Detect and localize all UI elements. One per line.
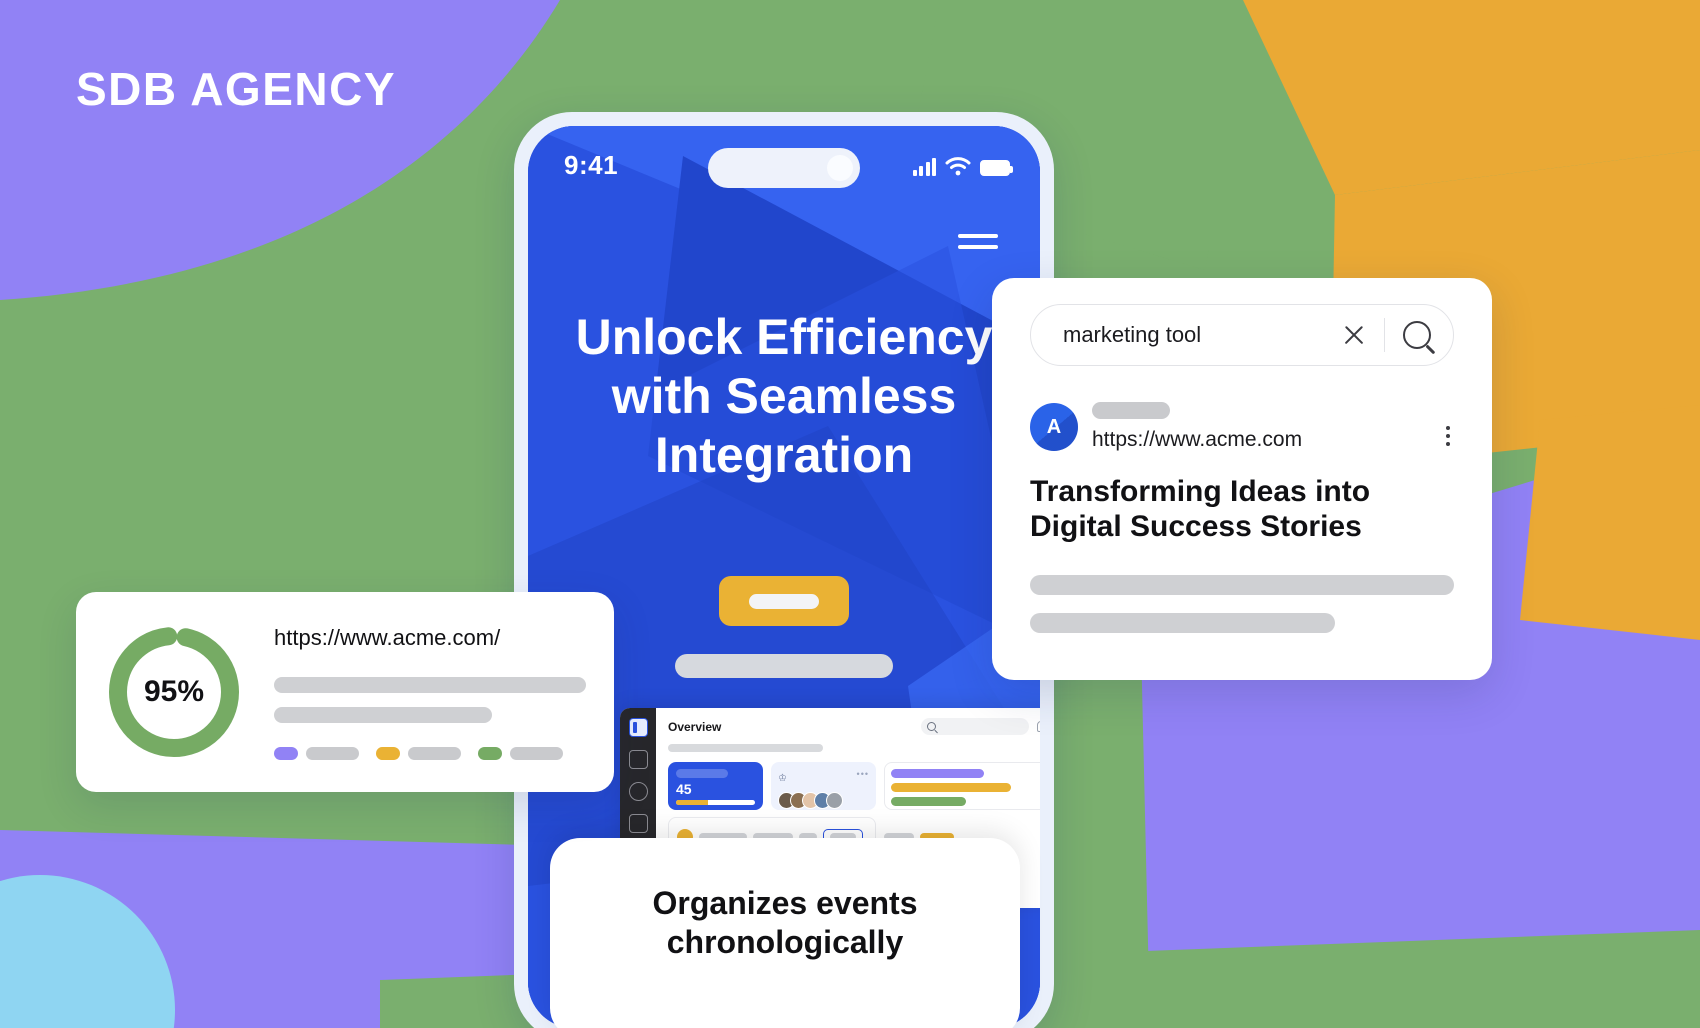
legend-label-placeholder: [510, 746, 563, 760]
stat-value: 45: [676, 781, 692, 797]
hero-subtext-placeholder: [675, 654, 893, 678]
cta-label-placeholder: [749, 593, 819, 609]
tag-green: [891, 797, 966, 806]
tags-card: [884, 762, 1040, 810]
search-icon[interactable]: [1403, 321, 1431, 349]
avatar: [826, 792, 843, 809]
dashboard-title: Overview: [668, 719, 722, 734]
phone-status-bar: 9:41: [528, 126, 1040, 204]
poster-canvas: SDB AGENCY 9:41 Unlock Efficiency with S…: [0, 0, 1700, 1028]
progress-percent: 95%: [143, 675, 205, 708]
analytics-placeholder-line: [274, 676, 586, 693]
kebab-menu-icon[interactable]: [1442, 422, 1455, 451]
dashboard-subtitle-placeholder: [668, 744, 823, 752]
legend-orange-icon: [376, 746, 400, 760]
mail-icon[interactable]: [628, 750, 648, 769]
status-clock: 9:41: [564, 149, 619, 180]
battery-icon: [980, 160, 1013, 176]
tag-purple: [891, 769, 984, 778]
analytics-url[interactable]: https://www.acme.com/: [274, 625, 586, 651]
search-result-card: marketing tool A https://www.acme.com Tr…: [992, 278, 1492, 680]
legend-item: [478, 746, 563, 760]
result-snippet-line: [1030, 612, 1336, 633]
analytics-placeholder-line: [274, 706, 493, 723]
search-divider: [1383, 318, 1385, 352]
stat-card: 45: [668, 762, 763, 810]
legend-item: [376, 746, 461, 760]
search-bar[interactable]: marketing tool: [1030, 304, 1454, 366]
stat-progress-bar: [676, 800, 755, 805]
status-icons: [912, 150, 1013, 176]
result-title[interactable]: Transforming Ideas into Digital Success …: [1030, 474, 1454, 545]
search-input[interactable]: marketing tool: [1063, 322, 1342, 348]
legend-purple-icon: [274, 746, 298, 760]
dashboard-header: Overview: [668, 718, 1040, 735]
search-icon: [927, 722, 936, 731]
legend-label-placeholder: [408, 746, 461, 760]
feature-card: Organizes events chronologically: [550, 838, 1020, 1028]
dynamic-island: [708, 148, 860, 188]
tag-orange: [891, 783, 1011, 792]
stat-label-placeholder: [676, 769, 728, 778]
hero-headline: Unlock Efficiency with Seamless Integrat…: [575, 309, 993, 483]
crown-icon: ♔: [778, 773, 787, 784]
wifi-icon: [945, 157, 971, 176]
user-icon[interactable]: [628, 782, 648, 801]
image-icon[interactable]: [628, 814, 648, 833]
avatar-group: [778, 792, 869, 809]
legend-label-placeholder: [306, 746, 359, 760]
legend-green-icon: [478, 746, 502, 760]
analytics-body: https://www.acme.com/: [274, 625, 586, 760]
more-horizontal-icon[interactable]: •••: [857, 769, 869, 779]
hamburger-menu-icon[interactable]: [958, 234, 998, 249]
favicon-letter: A: [1046, 415, 1062, 438]
search-result-header: A https://www.acme.com: [1030, 402, 1454, 452]
brand-logo: SDB AGENCY: [76, 63, 396, 115]
result-meta: https://www.acme.com: [1092, 402, 1428, 452]
layout-icon[interactable]: [628, 718, 648, 737]
bell-icon[interactable]: [1037, 721, 1040, 732]
team-card: ♔ •••: [771, 762, 876, 810]
result-snippet-line: [1030, 574, 1454, 595]
feature-card-title: Organizes events chronologically: [652, 885, 918, 961]
dashboard-cards: 45 ♔ •••: [668, 762, 1040, 810]
progress-ring-chart: 95%: [104, 622, 244, 762]
close-icon[interactable]: [1342, 323, 1366, 347]
dashboard-search-input[interactable]: [921, 718, 1029, 735]
camera-dot-icon: [827, 155, 853, 181]
site-name-placeholder: [1092, 402, 1170, 419]
legend-item: [274, 746, 359, 760]
favicon-avatar: A: [1030, 403, 1078, 451]
result-url[interactable]: https://www.acme.com: [1092, 428, 1428, 452]
analytics-card: 95% https://www.acme.com/: [76, 592, 614, 792]
signal-bars-icon: [912, 158, 936, 176]
hero-cta-button[interactable]: [719, 576, 849, 626]
chart-legend: [274, 746, 586, 760]
